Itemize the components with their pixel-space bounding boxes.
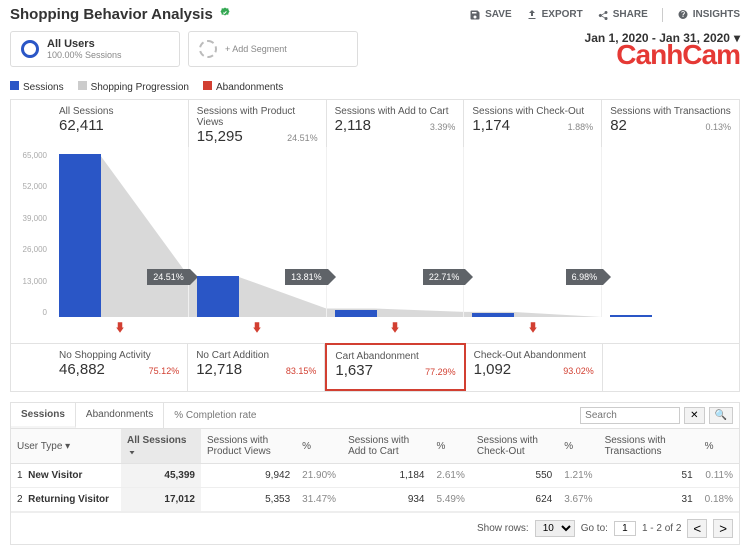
- legend-progression-swatch: [78, 81, 87, 90]
- page-title: Shopping Behavior Analysis: [10, 6, 213, 23]
- goto-input[interactable]: [614, 521, 636, 536]
- user-type-table: User Type ▾ All Sessions Sessions with P…: [11, 429, 739, 512]
- th-pct[interactable]: %: [699, 429, 739, 464]
- segment-all-users[interactable]: All Users 100.00% Sessions: [10, 31, 180, 67]
- progress-flag: 6.98%: [566, 269, 604, 285]
- search-button[interactable]: 🔍: [709, 407, 733, 424]
- progress-flag: 24.51%: [147, 269, 190, 285]
- bar-add-cart: [335, 310, 377, 317]
- table-row[interactable]: 1 New Visitor 45,399 9,942 21.90% 1,184 …: [11, 464, 739, 488]
- legend-abandon-swatch: [203, 81, 212, 90]
- legend-sessions-swatch: [10, 81, 19, 90]
- legend: Sessions Shopping Progression Abandonmen…: [10, 81, 740, 93]
- share-button[interactable]: SHARE: [597, 9, 648, 21]
- abandon-no-shopping[interactable]: No Shopping Activity 46,88275.12%: [51, 343, 188, 391]
- prev-page-button[interactable]: <: [687, 519, 707, 538]
- page-range: 1 - 2 of 2: [642, 523, 681, 534]
- stage-transactions[interactable]: Sessions with Transactions 820.13%: [602, 100, 739, 147]
- th-add-cart[interactable]: Sessions with Add to Cart: [342, 429, 430, 464]
- search-clear-button[interactable]: ✕: [684, 407, 704, 424]
- bar-checkout: [472, 313, 514, 317]
- abandon-arrow-icon: [524, 320, 542, 341]
- tab-sessions[interactable]: Sessions: [11, 403, 76, 428]
- bar-transactions: [610, 315, 652, 317]
- save-button[interactable]: SAVE: [469, 9, 512, 21]
- th-pct[interactable]: %: [296, 429, 342, 464]
- add-segment-button[interactable]: + Add Segment: [188, 31, 358, 67]
- th-user-type[interactable]: User Type: [17, 441, 62, 452]
- abandon-arrow-icon: [248, 320, 266, 341]
- sort-desc-icon[interactable]: [127, 446, 137, 457]
- stage-checkout[interactable]: Sessions with Check-Out 1,1741.88%: [464, 100, 602, 147]
- th-all-sessions[interactable]: All Sessions: [127, 435, 186, 446]
- abandon-no-cart[interactable]: No Cart Addition 12,71883.15%: [188, 343, 325, 391]
- th-product-views[interactable]: Sessions with Product Views: [201, 429, 296, 464]
- rows-select[interactable]: 10: [535, 520, 575, 537]
- search-input[interactable]: [580, 407, 680, 424]
- next-page-button[interactable]: >: [713, 519, 733, 538]
- abandon-checkout-abandonment[interactable]: Check-Out Abandonment 1,09293.02%: [466, 343, 603, 391]
- verified-icon: [219, 7, 231, 22]
- show-rows-label: Show rows:: [477, 523, 529, 534]
- y-axis: 65,00052,00039,000 26,00013,0000: [11, 147, 51, 317]
- tab-abandonments[interactable]: Abandonments: [76, 403, 164, 428]
- abandon-arrow-icon: [111, 320, 129, 341]
- export-button[interactable]: EXPORT: [526, 9, 583, 21]
- abandon-cart-abandonment[interactable]: Cart Abandonment 1,63777.29%: [325, 343, 465, 391]
- progress-flag: 13.81%: [285, 269, 328, 285]
- stage-all-sessions[interactable]: All Sessions 62,411: [51, 100, 189, 147]
- abandon-arrow-icon: [386, 320, 404, 341]
- th-pct[interactable]: %: [558, 429, 598, 464]
- stage-product-views[interactable]: Sessions with Product Views 15,29524.51%: [189, 100, 327, 147]
- progress-flag: 22.71%: [423, 269, 466, 285]
- dropdown-icon[interactable]: ▾: [65, 441, 70, 452]
- completion-rate-toggle[interactable]: % Completion rate: [164, 404, 266, 427]
- th-transactions[interactable]: Sessions with Transactions: [599, 429, 699, 464]
- segment-sub: 100.00% Sessions: [47, 50, 122, 60]
- th-pct[interactable]: %: [431, 429, 471, 464]
- goto-label: Go to:: [581, 523, 608, 534]
- segment-name: All Users: [47, 38, 122, 50]
- table-row[interactable]: 2 Returning Visitor 17,012 5,353 31.47% …: [11, 488, 739, 512]
- bar-all-sessions: [59, 154, 101, 317]
- funnel-chart: 65,00052,00039,000 26,00013,0000 24.51% …: [11, 147, 739, 317]
- stage-add-cart[interactable]: Sessions with Add to Cart 2,1183.39%: [327, 100, 465, 147]
- segment-ring-icon: [21, 40, 39, 58]
- th-checkout[interactable]: Sessions with Check-Out: [471, 429, 558, 464]
- add-segment-icon: [199, 40, 217, 58]
- bar-product-views: [197, 276, 239, 317]
- insights-button[interactable]: INSIGHTS: [677, 9, 740, 21]
